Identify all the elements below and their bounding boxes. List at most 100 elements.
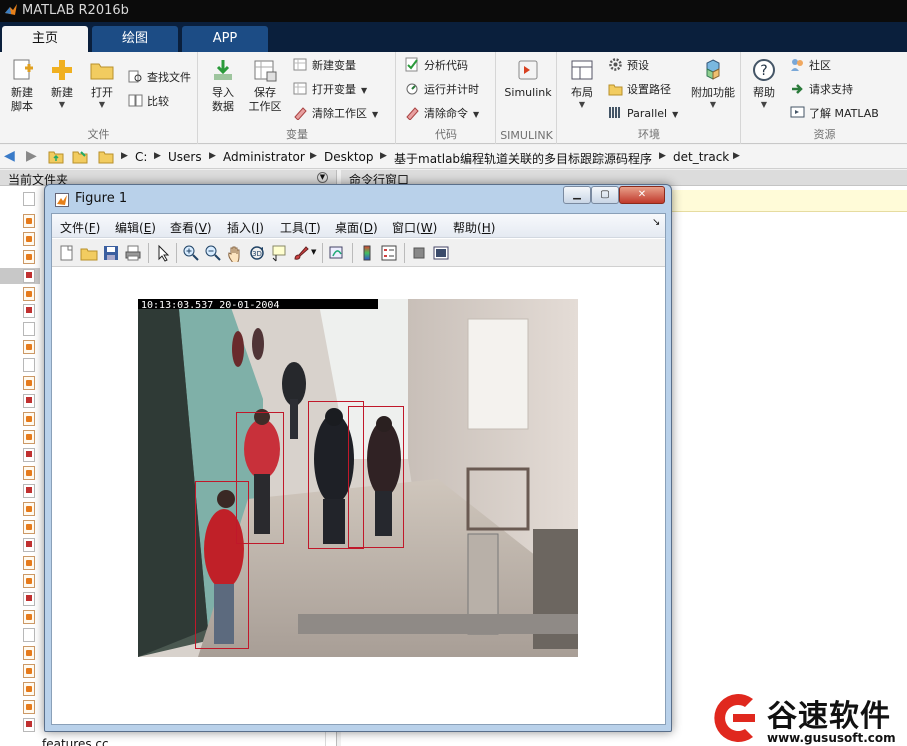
clear-workspace-button[interactable]: 清除工作区 ▼ — [293, 104, 378, 124]
fig-file-icon[interactable] — [23, 484, 35, 498]
minimize-button[interactable]: ▁ — [563, 186, 591, 204]
browse-folder-icon[interactable] — [72, 149, 88, 164]
file-icon[interactable] — [23, 322, 35, 336]
file-icon[interactable] — [23, 192, 35, 206]
find-files-button[interactable]: 查找文件 — [128, 68, 191, 88]
m-file-icon[interactable] — [23, 520, 35, 534]
clear-commands-button[interactable]: 清除命令 ▼ — [405, 104, 479, 124]
insert-colorbar-icon[interactable] — [358, 244, 376, 262]
run-and-time-button[interactable]: 运行并计时 — [405, 80, 479, 100]
print-icon[interactable] — [124, 244, 142, 262]
menu-file[interactable]: 文件(F) — [60, 219, 100, 236]
open-button[interactable]: 打开 ▼ — [82, 58, 122, 110]
m-file-icon[interactable] — [23, 610, 35, 624]
m-file-icon[interactable] — [23, 664, 35, 678]
tab-plots[interactable]: 绘图 — [92, 26, 178, 52]
close-button[interactable]: ✕ — [619, 186, 665, 204]
maximize-button[interactable]: ▢ — [591, 186, 619, 204]
set-path-label: 设置路径 — [627, 83, 671, 96]
m-file-icon[interactable] — [23, 376, 35, 390]
hide-plot-tools-icon[interactable] — [410, 244, 428, 262]
pointer-icon[interactable] — [154, 244, 172, 262]
menu-help[interactable]: 帮助(H) — [453, 219, 495, 236]
open-file-icon[interactable] — [80, 244, 98, 262]
breadcrumb-administrator[interactable]: Administrator — [223, 150, 305, 164]
file-name-features-cc[interactable]: features.cc — [42, 737, 109, 746]
m-file-icon[interactable] — [23, 646, 35, 660]
m-file-icon[interactable] — [23, 700, 35, 714]
new-variable-button[interactable]: 新建变量 — [293, 56, 356, 76]
file-icon[interactable] — [23, 628, 35, 642]
menu-insert[interactable]: 插入(I) — [227, 219, 264, 236]
fig-file-icon[interactable] — [23, 269, 35, 283]
fig-file-icon[interactable] — [23, 304, 35, 318]
m-file-icon[interactable] — [23, 287, 35, 301]
breadcrumb-users[interactable]: Users — [168, 150, 202, 164]
fig-file-icon[interactable] — [23, 718, 35, 732]
up-folder-icon[interactable] — [48, 149, 64, 164]
community-button[interactable]: 社区 — [790, 56, 831, 76]
compare-button[interactable]: 比较 — [128, 92, 169, 112]
breadcrumb-desktop[interactable]: Desktop — [324, 150, 374, 164]
import-data-button[interactable]: 导入 数据 — [203, 58, 243, 114]
menu-desktop-label: 桌面 — [335, 221, 360, 235]
brush-icon[interactable] — [292, 244, 310, 262]
simulink-button[interactable]: Simulink — [501, 58, 555, 100]
addons-button[interactable]: 附加功能 ▼ — [686, 58, 740, 110]
menu-view[interactable]: 查看(V) — [170, 219, 212, 236]
pan-hand-icon[interactable] — [226, 244, 244, 262]
m-file-icon[interactable] — [23, 412, 35, 426]
m-file-icon[interactable] — [23, 250, 35, 264]
m-file-icon[interactable] — [23, 502, 35, 516]
request-support-button[interactable]: 请求支持 — [790, 80, 853, 100]
menu-overflow-icon[interactable]: ↘ — [652, 217, 660, 228]
zoom-out-icon[interactable] — [204, 244, 222, 262]
m-file-icon[interactable] — [23, 232, 35, 246]
analyze-code-button[interactable]: 分析代码 — [405, 56, 468, 76]
save-workspace-button[interactable]: 保存 工作区 — [245, 58, 285, 114]
m-file-icon[interactable] — [23, 574, 35, 588]
breadcrumb-project-folder[interactable]: 基于matlab编程轨道关联的多目标跟踪源码程序 — [394, 150, 652, 167]
breadcrumb-c[interactable]: C: — [135, 150, 147, 164]
m-file-icon[interactable] — [23, 556, 35, 570]
rotate-3d-icon[interactable]: 3D — [248, 244, 266, 262]
learn-matlab-button[interactable]: 了解 MATLAB — [790, 104, 879, 124]
parallel-button[interactable]: Parallel ▼ — [608, 104, 678, 124]
insert-legend-icon[interactable] — [380, 244, 398, 262]
tab-home[interactable]: 主页 — [2, 26, 88, 52]
current-folder-address-bar: ◀ ▶ ▶ C: ▶ Users ▶ Administrator ▶ Deskt… — [0, 145, 907, 169]
help-button[interactable]: ? 帮助 ▼ — [744, 58, 784, 110]
m-file-icon[interactable] — [23, 682, 35, 696]
menu-window[interactable]: 窗口(W) — [392, 219, 437, 236]
open-variable-button[interactable]: 打开变量 ▼ — [293, 80, 367, 100]
m-file-icon[interactable] — [23, 430, 35, 444]
m-file-icon[interactable] — [23, 466, 35, 480]
fig-file-icon[interactable] — [23, 592, 35, 606]
save-icon[interactable] — [102, 244, 120, 262]
back-arrow-icon[interactable]: ◀ — [4, 149, 15, 163]
menu-tools[interactable]: 工具(T) — [280, 219, 321, 236]
menu-desktop[interactable]: 桌面(D) — [335, 219, 378, 236]
file-icon[interactable] — [23, 358, 35, 372]
fig-file-icon[interactable] — [23, 448, 35, 462]
new-figure-icon[interactable] — [58, 244, 76, 262]
link-plot-icon[interactable] — [328, 244, 346, 262]
set-path-button[interactable]: 设置路径 — [608, 80, 671, 100]
breadcrumb-det-track[interactable]: det_track — [673, 150, 729, 164]
panel-actions-icon[interactable]: ▼ — [317, 172, 328, 183]
new-script-button[interactable]: 新建 脚本 — [2, 58, 42, 114]
menu-edit[interactable]: 编辑(E) — [115, 219, 156, 236]
tab-apps[interactable]: APP — [182, 26, 268, 52]
m-file-icon[interactable] — [23, 340, 35, 354]
show-plot-tools-icon[interactable] — [432, 244, 450, 262]
fig-file-icon[interactable] — [23, 538, 35, 552]
forward-arrow-icon[interactable]: ▶ — [26, 149, 37, 163]
preferences-button[interactable]: 预设 — [608, 56, 649, 76]
layout-button[interactable]: 布局 ▼ — [562, 58, 602, 110]
new-button[interactable]: 新建 ▼ — [42, 58, 82, 110]
brush-dropdown-arrow-icon[interactable]: ▼ — [311, 248, 316, 256]
m-file-icon[interactable] — [23, 214, 35, 228]
fig-file-icon[interactable] — [23, 394, 35, 408]
zoom-in-icon[interactable] — [182, 244, 200, 262]
data-cursor-icon[interactable] — [270, 244, 288, 262]
